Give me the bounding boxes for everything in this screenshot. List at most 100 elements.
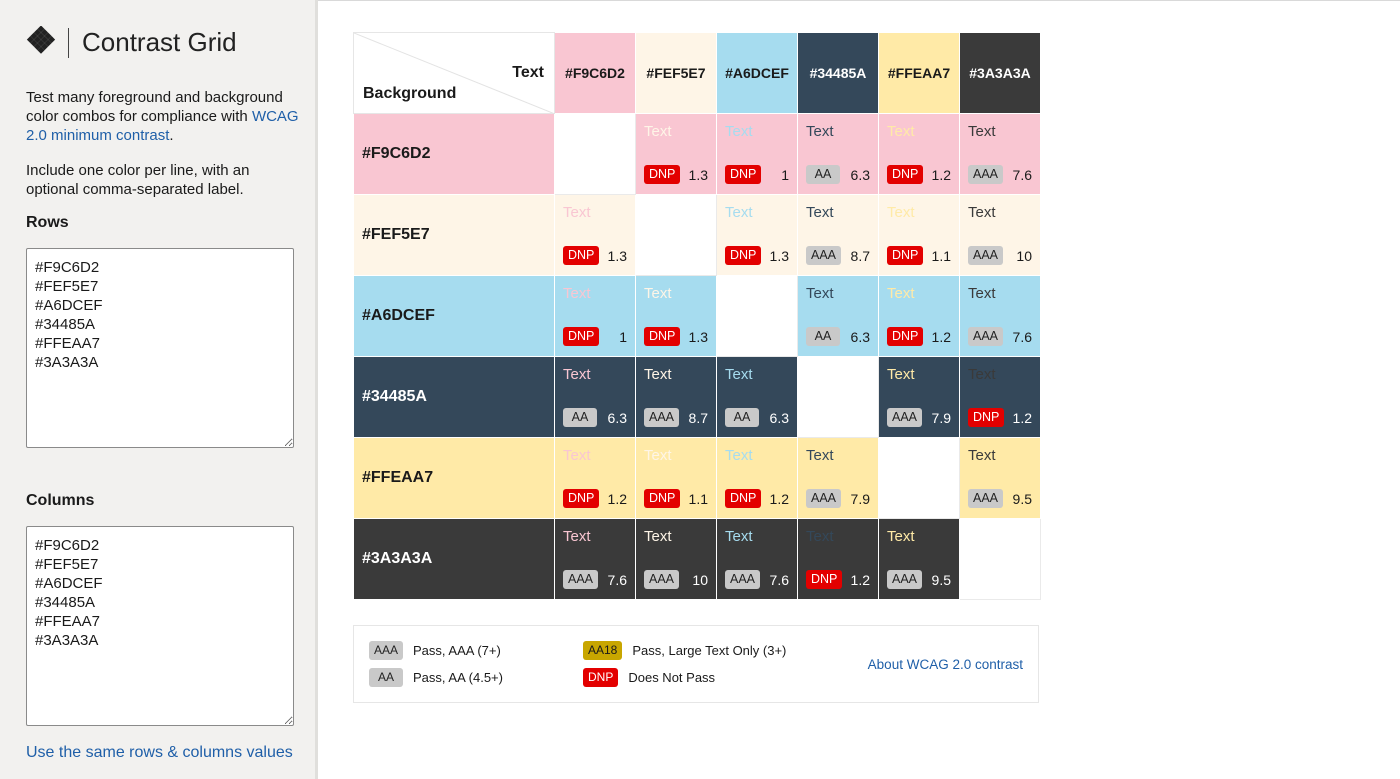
contrast-badge: AAA [644,408,680,427]
column-header: #FEF5E7 [635,32,717,114]
legend-badge-aa18: AA18 [583,641,623,660]
grid-row: #A6DCEF Text DNP 1 Text DNP 1.3 Text AA 6.3 Text DN… [353,275,1041,357]
contrast-badge: AA [563,408,597,427]
contrast-ratio: 9.5 [1012,491,1032,507]
contrast-ratio: 1.2 [931,329,951,345]
contrast-badge: DNP [563,489,600,508]
column-header: #FFEAA7 [878,32,960,114]
contrast-ratio: 9.5 [931,572,951,588]
legend-item-dnp: DNP Does Not Pass [583,668,715,687]
contrast-cell: Text DNP 1 [554,275,636,357]
column-header: #3A3A3A [959,32,1041,114]
row-header: #FFEAA7 [353,437,555,519]
contrast-cell: Text AAA 9.5 [878,518,960,600]
sample-text: Text [563,366,591,383]
contrast-cell: Text AAA 10 [959,194,1041,276]
contrast-ratio: 1.2 [850,572,870,588]
contrast-cell: Text DNP 1.1 [635,437,717,519]
sample-text: Text [725,123,753,140]
instructions-text: Include one color per line, with an opti… [26,162,250,198]
contrast-badge: AAA [968,165,1004,184]
sample-text: Text [563,285,591,302]
contrast-cell: Text AAA 7.6 [959,113,1041,195]
empty-cell [716,275,798,357]
contrast-cell: Text DNP 1.3 [635,275,717,357]
sample-text: Text [887,204,915,221]
legend-badge-aa: AA [369,668,403,687]
contrast-badge: DNP [644,327,681,346]
sample-text: Text [644,123,672,140]
sample-text: Text [563,528,591,545]
contrast-badge: DNP [887,165,924,184]
sample-text: Text [563,447,591,464]
use-same-values-link[interactable]: Use the same rows & columns values [26,744,293,762]
rows-textarea[interactable]: #F9C6D2 #FEF5E7 #A6DCEF #34485A #FFEAA7 … [26,248,294,448]
grid-row: #FEF5E7 Text DNP 1.3 Text DNP 1.3 Text AAA 8.7 Tex… [353,194,1041,276]
row-header: #A6DCEF [353,275,555,357]
contrast-badge: AAA [968,327,1004,346]
contrast-cell: Text AAA 8.7 [635,356,717,438]
contrast-cell: Text AA 6.3 [716,356,798,438]
sample-text: Text [806,123,834,140]
contrast-cell: Text DNP 1.1 [878,194,960,276]
sample-text: Text [968,366,996,383]
grid-corner: Text Background [353,32,555,114]
contrast-ratio: 7.6 [1012,329,1032,345]
contrast-cell: Text DNP 1.2 [959,356,1041,438]
sample-text: Text [644,528,672,545]
grid-row: #34485A Text AA 6.3 Text AAA 8.7 Text AA 6.3 Text A… [353,356,1041,438]
contrast-badge: DNP [644,165,681,184]
rows-label: Rows [26,214,69,231]
sample-text: Text [887,285,915,302]
empty-cell [635,194,717,276]
legend: AAA Pass, AAA (7+) AA Pass, AA (4.5+) AA… [353,625,1039,703]
sample-text: Text [725,447,753,464]
contrast-badge: AAA [887,408,923,427]
contrast-cell: Text DNP 1 [716,113,798,195]
contrast-ratio: 7.6 [769,572,789,588]
contrast-cell: Text AAA 7.9 [797,437,879,519]
contrast-ratio: 7.9 [931,410,951,426]
contrast-ratio: 1.1 [931,248,951,264]
column-header: #A6DCEF [716,32,798,114]
contrast-cell: Text DNP 1.2 [716,437,798,519]
sample-text: Text [725,528,753,545]
contrast-ratio: 1.1 [688,491,708,507]
contrast-ratio: 1 [781,167,789,183]
contrast-badge: DNP [563,246,600,265]
contrast-badge: AA [806,327,840,346]
legend-text-aa18: Pass, Large Text Only (3+) [632,643,787,658]
contrast-badge: AAA [725,570,761,589]
contrast-ratio: 6.3 [850,329,870,345]
columns-textarea[interactable]: #F9C6D2 #FEF5E7 #A6DCEF #34485A #FFEAA7 … [26,526,294,726]
contrast-badge: DNP [806,570,843,589]
sample-text: Text [887,366,915,383]
about-wcag-contrast-link[interactable]: About WCAG 2.0 contrast [868,657,1023,672]
contrast-ratio: 1.3 [607,248,627,264]
row-header: #FEF5E7 [353,194,555,276]
contrast-badge: AAA [968,246,1004,265]
legend-item-aa18: AA18 Pass, Large Text Only (3+) [583,641,786,660]
columns-label: Columns [26,492,95,509]
contrast-badge: AA [725,408,759,427]
contrast-cell: Text AAA 7.6 [716,518,798,600]
contrast-ratio: 7.6 [1012,167,1032,183]
empty-cell [797,356,879,438]
contrast-ratio: 1.3 [688,329,708,345]
contrast-cell: Text AA 6.3 [554,356,636,438]
contrast-cell: Text DNP 1.2 [554,437,636,519]
sample-text: Text [806,528,834,545]
sample-text: Text [968,447,996,464]
legend-text-dnp: Does Not Pass [628,670,716,685]
contrast-ratio: 8.7 [850,248,870,264]
contrast-ratio: 7.6 [607,572,627,588]
grid-row: #3A3A3A Text AAA 7.6 Text AAA 10 Text AAA 7.6 Text… [353,518,1041,600]
contrast-cell: Text DNP 1.3 [635,113,717,195]
contrast-badge: DNP [887,327,924,346]
contrast-badge: DNP [644,489,681,508]
contrast-badge: AAA [806,489,842,508]
grid-row: #FFEAA7 Text DNP 1.2 Text DNP 1.1 Text DNP 1.2 Tex… [353,437,1041,519]
row-header: #34485A [353,356,555,438]
checkered-diamond-logo-icon [26,26,56,54]
contrast-badge: AAA [563,570,599,589]
